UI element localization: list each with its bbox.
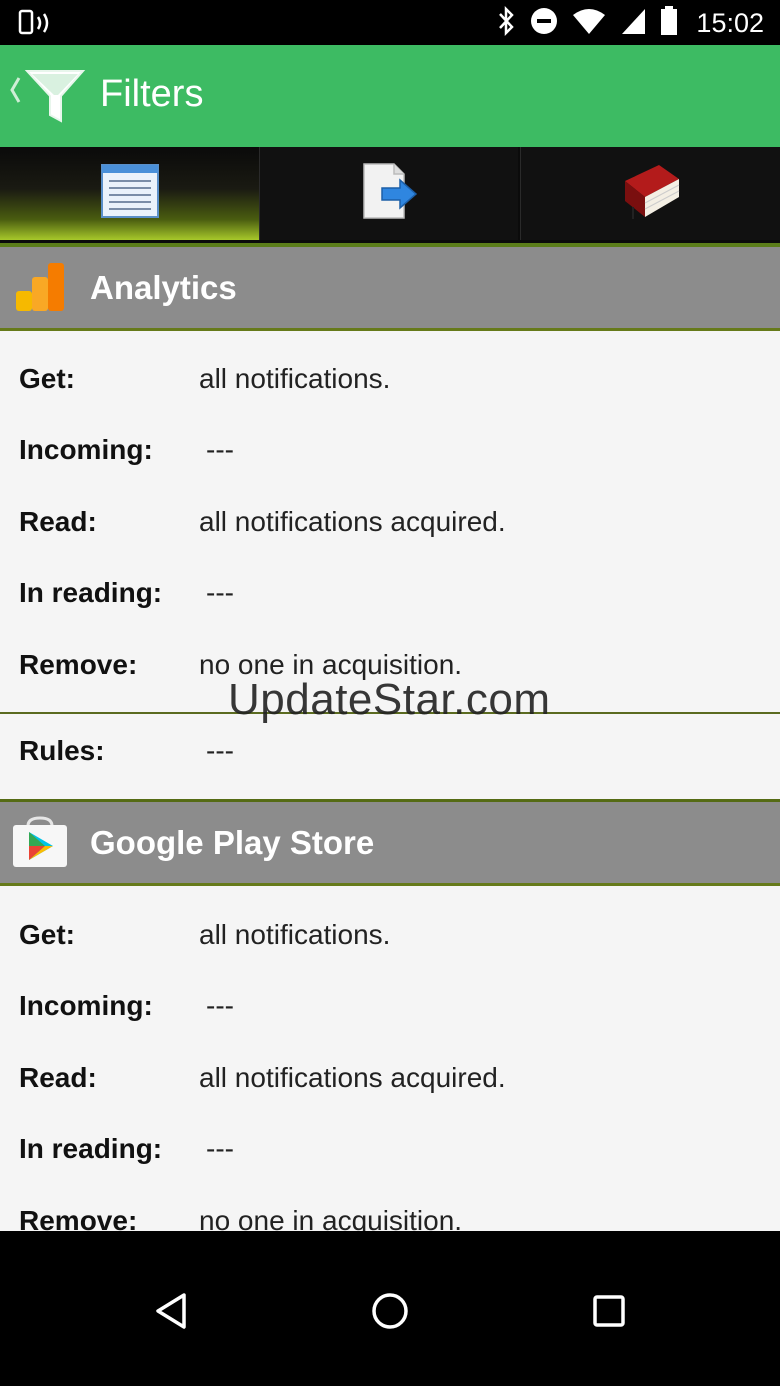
- vibrate-icon: [18, 8, 54, 43]
- app-bar: Filters: [0, 45, 780, 147]
- filter-row-get: Get: all notifications.: [0, 915, 780, 955]
- export-icon: [360, 162, 418, 225]
- analytics-app-icon: [14, 261, 66, 318]
- system-nav-bar: [0, 1231, 780, 1386]
- tab-list[interactable]: [0, 147, 259, 240]
- wifi-icon: [572, 7, 606, 40]
- list-icon: [100, 164, 159, 223]
- filter-row-rules[interactable]: Rules: ---: [0, 731, 780, 771]
- filter-row-read: Read: all notifications acquired.: [0, 502, 780, 542]
- row-label: Incoming:: [19, 434, 153, 465]
- section-header-analytics[interactable]: Analytics: [0, 247, 780, 331]
- status-time: 15:02: [696, 8, 764, 38]
- row-value: ---: [206, 735, 234, 766]
- status-bar: 15:02: [0, 0, 780, 45]
- bluetooth-icon: [496, 5, 516, 41]
- row-label: Read:: [19, 506, 97, 537]
- row-value: ---: [206, 577, 234, 608]
- watermark: UpdateStar.com: [228, 675, 551, 724]
- row-label: In reading:: [19, 1133, 163, 1164]
- row-label: Remove:: [19, 649, 138, 680]
- play-store-app-icon: [12, 816, 68, 873]
- tab-export[interactable]: [259, 147, 518, 240]
- row-value: all notifications acquired.: [199, 1062, 506, 1093]
- home-icon[interactable]: [370, 1291, 410, 1336]
- row-label: Rules:: [19, 735, 105, 766]
- filter-row-in-reading: In reading: ---: [0, 573, 780, 613]
- recents-icon[interactable]: [591, 1291, 627, 1336]
- page-title: Filters: [100, 73, 204, 115]
- filter-row-incoming: Incoming: ---: [0, 986, 780, 1026]
- row-value: no one in acquisition.: [199, 1205, 463, 1231]
- section-title: Google Play Store: [90, 824, 375, 861]
- filter-row-in-reading: In reading: ---: [0, 1129, 780, 1169]
- row-label: Read:: [19, 1062, 97, 1093]
- section-title: Analytics: [90, 269, 237, 306]
- battery-icon: [660, 6, 678, 41]
- dnd-icon: [530, 7, 558, 40]
- row-value: ---: [206, 1133, 234, 1164]
- signal-icon: [620, 7, 646, 40]
- row-value: all notifications.: [199, 919, 391, 950]
- filters-list: Analytics Get: all notifications. Incomi…: [0, 247, 780, 1231]
- filter-icon[interactable]: [24, 65, 86, 132]
- tab-book[interactable]: [520, 147, 780, 240]
- up-navigation-icon[interactable]: [8, 75, 22, 110]
- tab-bar: [0, 147, 780, 247]
- book-icon: [619, 161, 683, 226]
- row-label: In reading:: [19, 577, 163, 608]
- row-label: Remove:: [19, 1205, 138, 1231]
- row-label: Get:: [19, 363, 75, 394]
- section-header-google-play-store[interactable]: Google Play Store: [0, 799, 780, 886]
- filter-row-read: Read: all notifications acquired.: [0, 1058, 780, 1098]
- filter-row-remove: Remove: no one in acquisition.: [0, 1201, 780, 1231]
- filter-row-get: Get: all notifications.: [0, 359, 780, 399]
- row-value: all notifications acquired.: [199, 506, 506, 537]
- row-value: ---: [206, 434, 234, 465]
- row-value: all notifications.: [199, 363, 391, 394]
- row-label: Get:: [19, 919, 75, 950]
- row-value: ---: [206, 990, 234, 1021]
- filter-row-incoming: Incoming: ---: [0, 430, 780, 470]
- row-label: Incoming:: [19, 990, 153, 1021]
- back-icon[interactable]: [152, 1291, 192, 1336]
